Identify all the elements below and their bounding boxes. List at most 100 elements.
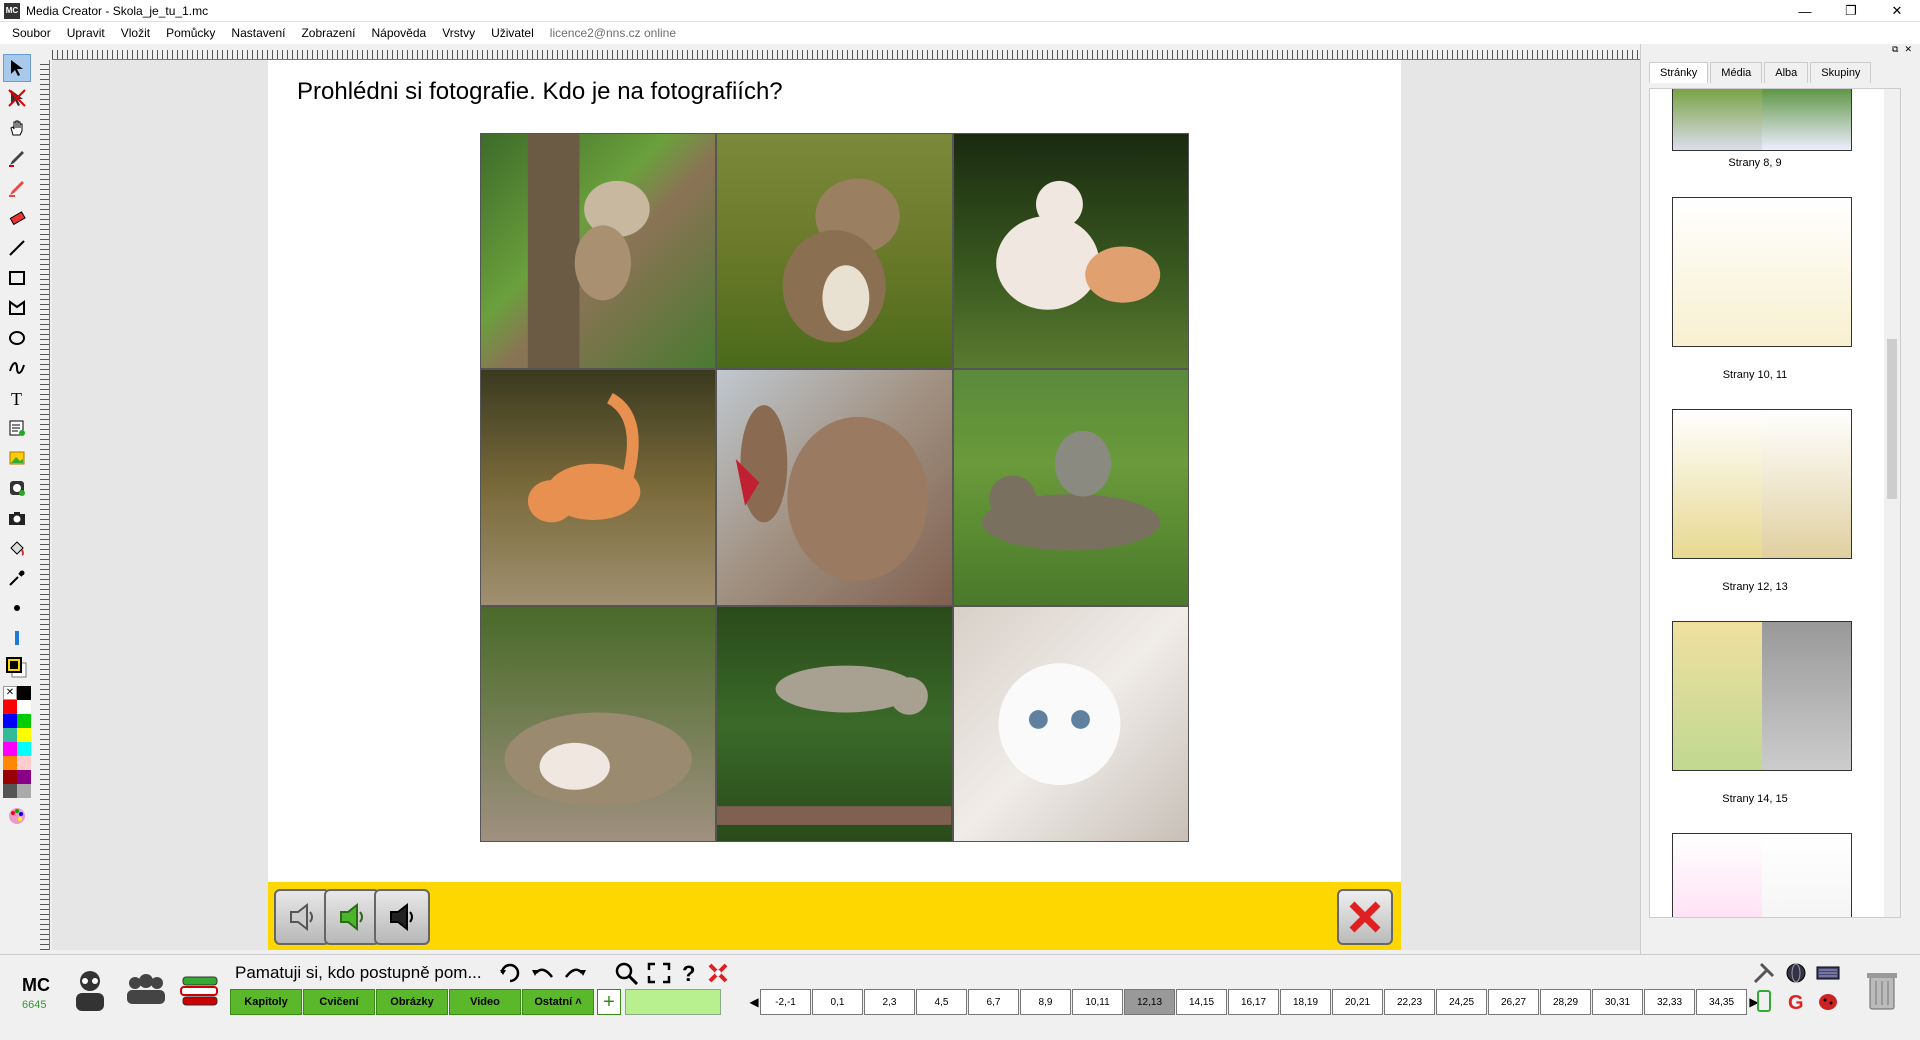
page-btn[interactable]: 2,3 [864,989,915,1015]
marker-icon[interactable] [3,174,31,202]
photo-sleeping-cat[interactable] [481,606,716,841]
tab-skupiny[interactable]: Skupiny [1810,62,1872,83]
page-btn[interactable]: 22,23 [1384,989,1435,1015]
page-btn[interactable]: 24,25 [1436,989,1487,1015]
media-icon[interactable] [3,474,31,502]
polygon-icon[interactable] [3,294,31,322]
page-btn[interactable]: 18,19 [1280,989,1331,1015]
menu-uzivatel[interactable]: Uživatel [491,26,534,40]
ladybug-icon[interactable] [1816,989,1840,1013]
close-panel-icon[interactable]: ✕ [1904,44,1912,56]
sound-button-2[interactable] [324,889,380,945]
deselect-icon[interactable] [3,84,31,112]
page-btn[interactable]: 26,27 [1488,989,1539,1015]
camera-icon[interactable] [3,504,31,532]
menu-vrstvy[interactable]: Vrstvy [442,26,475,40]
swatch-cyan[interactable] [17,742,31,756]
swatch-black[interactable] [17,686,31,700]
swatch-none[interactable]: ✕ [3,686,17,700]
photo-kitten-in-tree[interactable] [481,134,716,369]
thumbnail-8-9[interactable] [1672,89,1852,151]
menu-pomucky[interactable]: Pomůcky [166,26,215,40]
page-btn[interactable]: 8,9 [1020,989,1071,1015]
menu-soubor[interactable]: Soubor [12,26,51,40]
prev-page-icon[interactable]: ◀ [748,989,760,1015]
nav-ostatni[interactable]: Ostatní ˄ [522,989,594,1015]
line-icon[interactable] [3,234,31,262]
insert-image-icon[interactable] [3,444,31,472]
tablet-icon[interactable] [1752,989,1776,1013]
menu-nastaveni[interactable]: Nastavení [231,26,285,40]
thumbnail-16-17[interactable] [1672,833,1852,917]
page-btn[interactable]: 20,21 [1332,989,1383,1015]
menu-upravit[interactable]: Upravit [67,26,105,40]
keyboard-icon[interactable] [1816,961,1840,985]
pen-icon[interactable] [3,144,31,172]
palette-icon[interactable] [3,802,31,830]
photo-cat-in-grass[interactable] [717,134,952,369]
note-icon[interactable] [3,414,31,442]
nav-kapitoly[interactable]: Kapitoly [230,989,302,1015]
thumbnail-12-13[interactable] [1672,409,1852,559]
swatch-gray[interactable] [17,784,31,798]
swatch-magenta[interactable] [3,742,17,756]
text-icon[interactable]: T [3,384,31,412]
restore-icon[interactable]: ❐ [1828,0,1874,22]
group-icon[interactable] [124,969,168,1013]
swatch-teal[interactable] [3,728,17,742]
redo-icon[interactable] [562,961,588,985]
add-plus-icon[interactable]: + [597,989,621,1015]
google-icon[interactable]: G [1784,989,1808,1013]
swatch-darkgray[interactable] [3,784,17,798]
page-btn[interactable]: 34,35 [1696,989,1747,1015]
page-btn[interactable]: 28,29 [1540,989,1591,1015]
fullscreen-icon[interactable] [646,961,672,985]
page-btn[interactable]: -2,-1 [760,989,811,1015]
help-icon[interactable]: ? [678,961,700,985]
page-btn[interactable]: 30,31 [1592,989,1643,1015]
page-btn[interactable]: 10,11 [1072,989,1123,1015]
swatch-white[interactable] [17,700,31,714]
thumbnail-14-15[interactable] [1672,621,1852,771]
photo-white-kitten[interactable] [953,606,1188,841]
swatch-orange[interactable] [3,756,17,770]
nav-video[interactable]: Video [449,989,521,1015]
close-exercise-button[interactable] [1337,889,1393,945]
swatch-red[interactable] [3,700,17,714]
page-btn[interactable]: 4,5 [916,989,967,1015]
sound-button-3[interactable] [374,889,430,945]
green-input-field[interactable] [625,989,721,1015]
tools-icon[interactable] [1752,961,1776,985]
photo-cat-licking-paw[interactable] [717,370,952,605]
trash-icon[interactable] [1860,969,1904,1013]
photo-kittens-playing[interactable] [953,134,1188,369]
ellipse-icon[interactable] [3,324,31,352]
swatch-pink[interactable] [17,756,31,770]
sound-button-1[interactable] [274,889,330,945]
globe-icon[interactable] [1784,961,1808,985]
photo-cat-jumping[interactable] [717,606,952,841]
fill-icon[interactable] [3,534,31,562]
line-width-icon[interactable] [3,624,31,652]
swatch-purple[interactable] [17,770,31,784]
nav-cviceni[interactable]: Cvičení [303,989,375,1015]
page-btn[interactable]: 16,17 [1228,989,1279,1015]
minimize-icon[interactable]: — [1782,0,1828,22]
user-icon[interactable] [68,969,112,1013]
tab-alba[interactable]: Alba [1764,62,1809,83]
brush-size-dot-icon[interactable] [3,594,31,622]
menu-napoveda[interactable]: Nápověda [371,26,426,40]
tab-stranky[interactable]: Stránky [1649,62,1709,83]
swatch-yellow[interactable] [17,728,31,742]
undo-icon[interactable] [530,961,556,985]
page-btn[interactable]: 6,7 [968,989,1019,1015]
page-btn-current[interactable]: 12,13 [1124,989,1175,1015]
thumbnail-scrollbar[interactable] [1884,89,1900,917]
refresh-icon[interactable] [498,961,524,985]
eraser-icon[interactable] [3,204,31,232]
books-icon[interactable] [178,969,222,1013]
rectangle-icon[interactable] [3,264,31,292]
swatch-blue[interactable] [3,714,17,728]
delete-x-icon[interactable] [706,961,730,985]
search-icon[interactable] [614,961,640,985]
